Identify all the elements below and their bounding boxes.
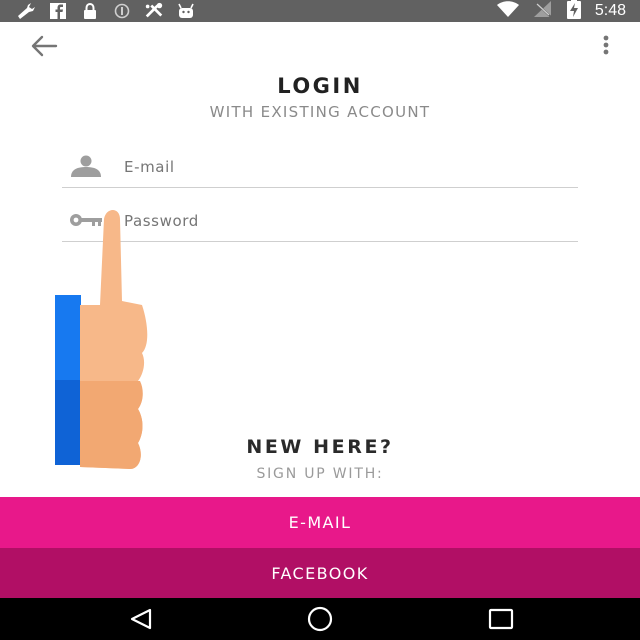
- back-button[interactable]: [28, 32, 60, 60]
- status-time: 5:48: [594, 2, 626, 19]
- nav-recents-button[interactable]: [486, 606, 516, 632]
- status-bar: 5:48: [0, 0, 640, 22]
- person-icon: [68, 154, 104, 178]
- nav-home-icon: [307, 606, 333, 632]
- nav-home-button[interactable]: [305, 606, 335, 632]
- signup-email-button[interactable]: E-MAIL: [0, 497, 640, 548]
- login-title: LOGIN: [277, 74, 363, 98]
- email-field: [62, 148, 578, 188]
- more-vert-icon: [603, 35, 609, 55]
- android-icon: [176, 2, 196, 20]
- password-input[interactable]: [124, 208, 564, 234]
- navigation-bar: [0, 598, 640, 640]
- status-bar-system: 5:48: [496, 0, 626, 23]
- tools-icon: [144, 2, 164, 20]
- app-bar: [0, 22, 640, 70]
- nav-back-button[interactable]: [126, 606, 156, 632]
- pointing-hand-icon: [80, 205, 150, 473]
- email-input[interactable]: [124, 154, 564, 180]
- no-signal-icon: [533, 0, 553, 22]
- sync-icon: [112, 2, 132, 20]
- overflow-menu-button[interactable]: [600, 34, 612, 58]
- wifi-icon: [496, 1, 519, 21]
- sign-up-subtitle: SIGN UP WITH:: [256, 466, 384, 482]
- new-here-title: NEW HERE?: [246, 436, 394, 458]
- nav-recents-icon: [488, 608, 514, 630]
- wrench-icon: [16, 2, 36, 20]
- lock-icon: [80, 2, 100, 20]
- signup-facebook-button[interactable]: FACEBOOK: [0, 548, 640, 599]
- login-subtitle: WITH EXISTING ACCOUNT: [209, 103, 431, 121]
- arrow-left-icon: [31, 35, 58, 57]
- facebook-icon: [48, 2, 68, 20]
- nav-back-icon: [130, 608, 152, 630]
- status-bar-notifications: [16, 2, 196, 20]
- battery-charging-icon: [566, 0, 581, 23]
